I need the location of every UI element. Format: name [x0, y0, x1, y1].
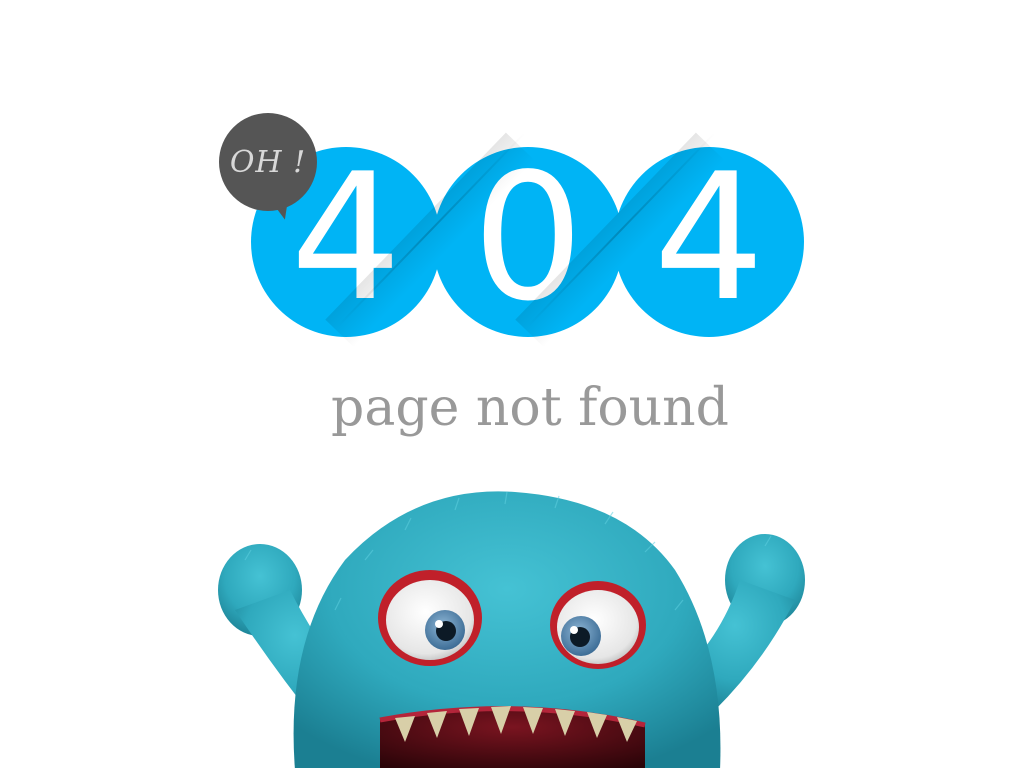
speech-bubble-text: OH ! [229, 144, 307, 180]
monster-mouth [379, 706, 646, 768]
digit-circle-3: 4 [614, 147, 804, 337]
digit-2: 0 [472, 147, 584, 337]
speech-bubble: OH ! [219, 113, 317, 211]
monster-icon [218, 491, 805, 768]
monster-right-eye [550, 581, 646, 669]
monster-left-eye [378, 570, 482, 666]
digit-circle-2: 0 [433, 147, 623, 337]
error-page: 4 0 4 OH ! page not found [0, 0, 1024, 768]
page-not-found-text: page not found [331, 378, 729, 438]
